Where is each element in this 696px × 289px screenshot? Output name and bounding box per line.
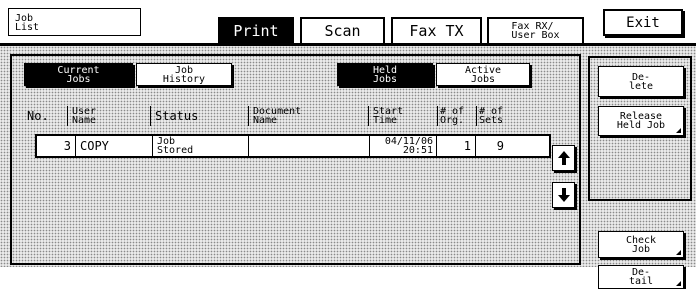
column-header-start-time: Start Time — [368, 106, 434, 126]
column-document-name-label: Document Name — [253, 106, 302, 126]
detail-label: De- tail — [628, 267, 654, 287]
table-row[interactable]: 3 COPY Job Stored 04/11/06 20:51 1 9 — [35, 134, 551, 158]
cell-status: Job Stored — [153, 136, 249, 156]
column-user-name-label: User Name — [72, 106, 97, 126]
arrow-up-icon — [557, 151, 570, 165]
tab-print[interactable]: Print — [218, 17, 294, 43]
exit-button[interactable]: Exit — [603, 9, 683, 36]
column-header-num-sets: # of Sets — [476, 106, 518, 126]
tab-fax-tx-label: Fax TX — [409, 22, 464, 40]
cell-document-name — [249, 136, 370, 156]
tab-fax-tx[interactable]: Fax TX — [391, 17, 482, 43]
tab-fax-rx-label: Fax RX/ User Box — [511, 21, 560, 41]
delete-button[interactable]: De- lete — [598, 66, 684, 97]
detail-button[interactable]: De- tail — [598, 265, 684, 289]
column-num-orig-label: # of Org. — [440, 106, 465, 126]
cell-num-originals: 1 — [437, 136, 476, 156]
scroll-down-button[interactable] — [552, 182, 575, 208]
held-jobs-label: Held Jobs — [372, 64, 398, 85]
column-header-user-name: User Name — [67, 106, 147, 126]
check-job-button[interactable]: Check Job — [598, 231, 684, 258]
job-history-label: Job History — [162, 64, 206, 85]
release-held-job-label: Release Held Job — [616, 111, 666, 131]
scroll-up-button[interactable] — [552, 145, 575, 171]
column-start-time-label: Start Time — [373, 106, 404, 126]
column-header-document-name: Document Name — [248, 106, 366, 126]
current-jobs-button[interactable]: Current Jobs — [24, 63, 133, 86]
job-table-frame: Current Jobs Job History Held Jobs Activ… — [10, 54, 581, 265]
check-job-label: Check Job — [625, 234, 657, 255]
column-header-num-originals: # of Org. — [437, 106, 474, 126]
job-history-button[interactable]: Job History — [136, 63, 232, 86]
active-jobs-button[interactable]: Active Jobs — [436, 63, 530, 86]
top-bar: Job List Print Scan Fax TX Fax RX/ User … — [0, 0, 696, 43]
tab-fax-rx-user-box[interactable]: Fax RX/ User Box — [487, 17, 584, 43]
tab-print-label: Print — [233, 22, 279, 40]
column-header-no: No. — [27, 106, 67, 126]
held-jobs-button[interactable]: Held Jobs — [337, 63, 433, 86]
column-no-label: No. — [27, 109, 49, 123]
active-jobs-label: Active Jobs — [464, 64, 502, 85]
current-jobs-label: Current Jobs — [57, 64, 100, 85]
cell-user-name: COPY — [76, 136, 153, 156]
column-num-sets-label: # of Sets — [479, 106, 504, 126]
tab-scan[interactable]: Scan — [300, 17, 385, 43]
delete-label: De- lete — [628, 71, 654, 92]
cell-num-sets: 9 — [496, 139, 504, 153]
screen-title: Job List — [15, 13, 40, 33]
job-list-panel: Current Jobs Job History Held Jobs Activ… — [0, 43, 696, 289]
column-header-status: Status — [150, 106, 246, 126]
tab-scan-label: Scan — [324, 22, 361, 40]
column-status-label: Status — [155, 109, 199, 123]
cell-start-time: 04/11/06 20:51 — [370, 136, 437, 156]
screen-title-box: Job List — [8, 8, 141, 36]
arrow-down-icon — [557, 188, 570, 202]
release-held-job-button[interactable]: Release Held Job — [598, 106, 684, 136]
cell-no: 3 — [37, 136, 76, 156]
